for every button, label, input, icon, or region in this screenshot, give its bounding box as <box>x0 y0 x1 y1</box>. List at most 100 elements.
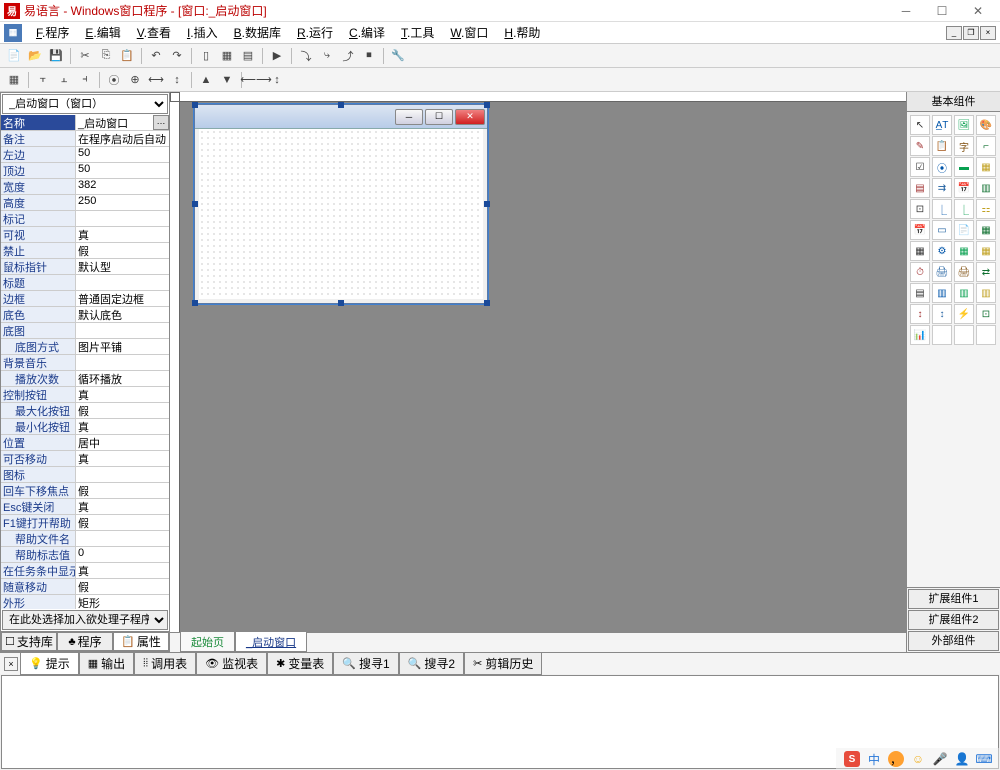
component-button-8[interactable]: ☑ <box>910 157 930 177</box>
menu-b[interactable]: B.数据库 <box>226 22 289 43</box>
property-row[interactable]: 背景音乐 <box>1 355 169 371</box>
menu-f[interactable]: F.程序 <box>28 22 77 43</box>
tray-mic-icon[interactable]: 🎤 <box>932 751 948 767</box>
form-client-area[interactable] <box>199 129 483 299</box>
property-row[interactable]: 底图方式图片平铺 <box>1 339 169 355</box>
paste-button[interactable]: 📋 <box>117 46 137 66</box>
undo-button[interactable]: ↶ <box>146 46 166 66</box>
tray-keyboard-icon[interactable]: ⌨ <box>976 751 992 767</box>
property-value[interactable]: 50 <box>76 147 169 162</box>
component-button-20[interactable]: 📅 <box>910 220 930 240</box>
component-button-7[interactable]: ⌐ <box>976 136 996 156</box>
tab-startup-window[interactable]: _启动窗口 <box>235 632 307 652</box>
component-button-29[interactable]: 🖨 <box>932 262 952 282</box>
property-value[interactable] <box>76 211 169 226</box>
property-row[interactable]: 高度250 <box>1 195 169 211</box>
new-button[interactable]: 📄 <box>4 46 24 66</box>
tab-output[interactable]: ▦ 输出 <box>79 652 134 675</box>
copy-button[interactable]: ⎘ <box>96 46 116 66</box>
resize-handle[interactable] <box>484 102 490 108</box>
menu-r[interactable]: R.运行 <box>289 22 341 43</box>
property-value[interactable]: 真 <box>76 451 169 466</box>
component-button-10[interactable]: ▬ <box>954 157 974 177</box>
property-value[interactable] <box>76 531 169 546</box>
property-value[interactable]: 假 <box>76 515 169 530</box>
resize-handle[interactable] <box>192 102 198 108</box>
maximize-button[interactable]: ☐ <box>924 1 960 21</box>
component-button-39[interactable]: ⊡ <box>976 304 996 324</box>
resize-handle[interactable] <box>192 201 198 207</box>
property-value[interactable]: 假 <box>76 403 169 418</box>
event-selector[interactable]: 在此处选择加入欲处理子程序 <box>2 610 168 630</box>
property-row[interactable]: F1键打开帮助假 <box>1 515 169 531</box>
component-button-41[interactable] <box>932 325 952 345</box>
align-left-button[interactable]: ⫟ <box>33 70 53 90</box>
component-button-32[interactable]: ▤ <box>910 283 930 303</box>
mdi-restore-button[interactable]: ❐ <box>963 26 979 40</box>
property-row[interactable]: 随意移动假 <box>1 579 169 595</box>
design-surface[interactable]: ─ ☐ ✕ <box>180 102 906 632</box>
output-close-button[interactable]: × <box>4 657 18 671</box>
run-button[interactable]: ▶ <box>267 46 287 66</box>
tray-emoji-icon[interactable]: ☺ <box>910 751 926 767</box>
property-row[interactable]: 在任务条中显示真 <box>1 563 169 579</box>
form-designer[interactable]: ─ ☐ ✕ <box>194 104 488 304</box>
save-button[interactable]: 💾 <box>46 46 66 66</box>
component-button-21[interactable]: ▭ <box>932 220 952 240</box>
component-button-5[interactable]: 📋 <box>932 136 952 156</box>
property-value[interactable]: 默认底色 <box>76 307 169 322</box>
property-row[interactable]: 控制按钮真 <box>1 387 169 403</box>
tab-search2[interactable]: 🔍 搜寻2 <box>399 652 464 675</box>
tab-properties[interactable]: 📋 属性 <box>113 632 169 651</box>
component-button-19[interactable]: ⚏ <box>976 199 996 219</box>
tray-input-icon[interactable]: S <box>844 751 860 767</box>
step-out-button[interactable]: ⤴ <box>338 46 358 66</box>
property-value[interactable]: 默认型 <box>76 259 169 274</box>
close-button[interactable]: ✕ <box>960 1 996 21</box>
component-button-2[interactable]: 🖼 <box>954 115 974 135</box>
tab-support-libs[interactable]: ☐ 支持库 <box>1 632 57 651</box>
layout3-button[interactable]: ▤ <box>238 46 258 66</box>
tray-lang-icon[interactable]: 中 <box>866 751 882 767</box>
property-row[interactable]: 底色默认底色 <box>1 307 169 323</box>
component-button-13[interactable]: ⇉ <box>932 178 952 198</box>
redo-button[interactable]: ↷ <box>167 46 187 66</box>
component-button-17[interactable]: ⎿ <box>932 199 952 219</box>
component-button-0[interactable]: ↖ <box>910 115 930 135</box>
property-row[interactable]: 鼠标指针默认型 <box>1 259 169 275</box>
property-row[interactable]: 图标 <box>1 467 169 483</box>
component-button-31[interactable]: ⇄ <box>976 262 996 282</box>
property-row[interactable]: 外形矩形 <box>1 595 169 609</box>
minimize-button[interactable]: ─ <box>888 1 924 21</box>
tab-search1[interactable]: 🔍 搜寻1 <box>333 652 398 675</box>
property-value[interactable]: 假 <box>76 483 169 498</box>
property-value[interactable]: 250 <box>76 195 169 210</box>
step-into-button[interactable]: ⤷ <box>317 46 337 66</box>
component-button-34[interactable]: ▥ <box>954 283 974 303</box>
property-value[interactable]: 假 <box>76 579 169 594</box>
open-button[interactable]: 📂 <box>25 46 45 66</box>
tab-start-page[interactable]: 起始页 <box>180 632 235 652</box>
component-button-27[interactable]: ▦ <box>976 241 996 261</box>
property-value[interactable] <box>76 323 169 338</box>
property-value[interactable]: 假 <box>76 243 169 258</box>
component-button-16[interactable]: ⊡ <box>910 199 930 219</box>
component-button-18[interactable]: ⎿ <box>954 199 974 219</box>
property-row[interactable]: 左边50 <box>1 147 169 163</box>
property-row[interactable]: 边框普通固定边框 <box>1 291 169 307</box>
property-row[interactable]: 底图 <box>1 323 169 339</box>
component-button-25[interactable]: ⚙ <box>932 241 952 261</box>
component-button-12[interactable]: ▤ <box>910 178 930 198</box>
property-value[interactable]: 真 <box>76 387 169 402</box>
ext-components-1-button[interactable]: 扩展组件1 <box>908 589 999 609</box>
component-button-6[interactable]: 字 <box>954 136 974 156</box>
tool-button[interactable]: 🔧 <box>388 46 408 66</box>
property-row[interactable]: 备注在程序启动后自动 <box>1 131 169 147</box>
component-button-3[interactable]: 🎨 <box>976 115 996 135</box>
component-button-26[interactable]: ▦ <box>954 241 974 261</box>
component-button-9[interactable]: ⦿ <box>932 157 952 177</box>
property-row[interactable]: 禁止假 <box>1 243 169 259</box>
layout2-button[interactable]: ▦ <box>217 46 237 66</box>
component-button-36[interactable]: ↕ <box>910 304 930 324</box>
component-button-23[interactable]: ▦ <box>976 220 996 240</box>
